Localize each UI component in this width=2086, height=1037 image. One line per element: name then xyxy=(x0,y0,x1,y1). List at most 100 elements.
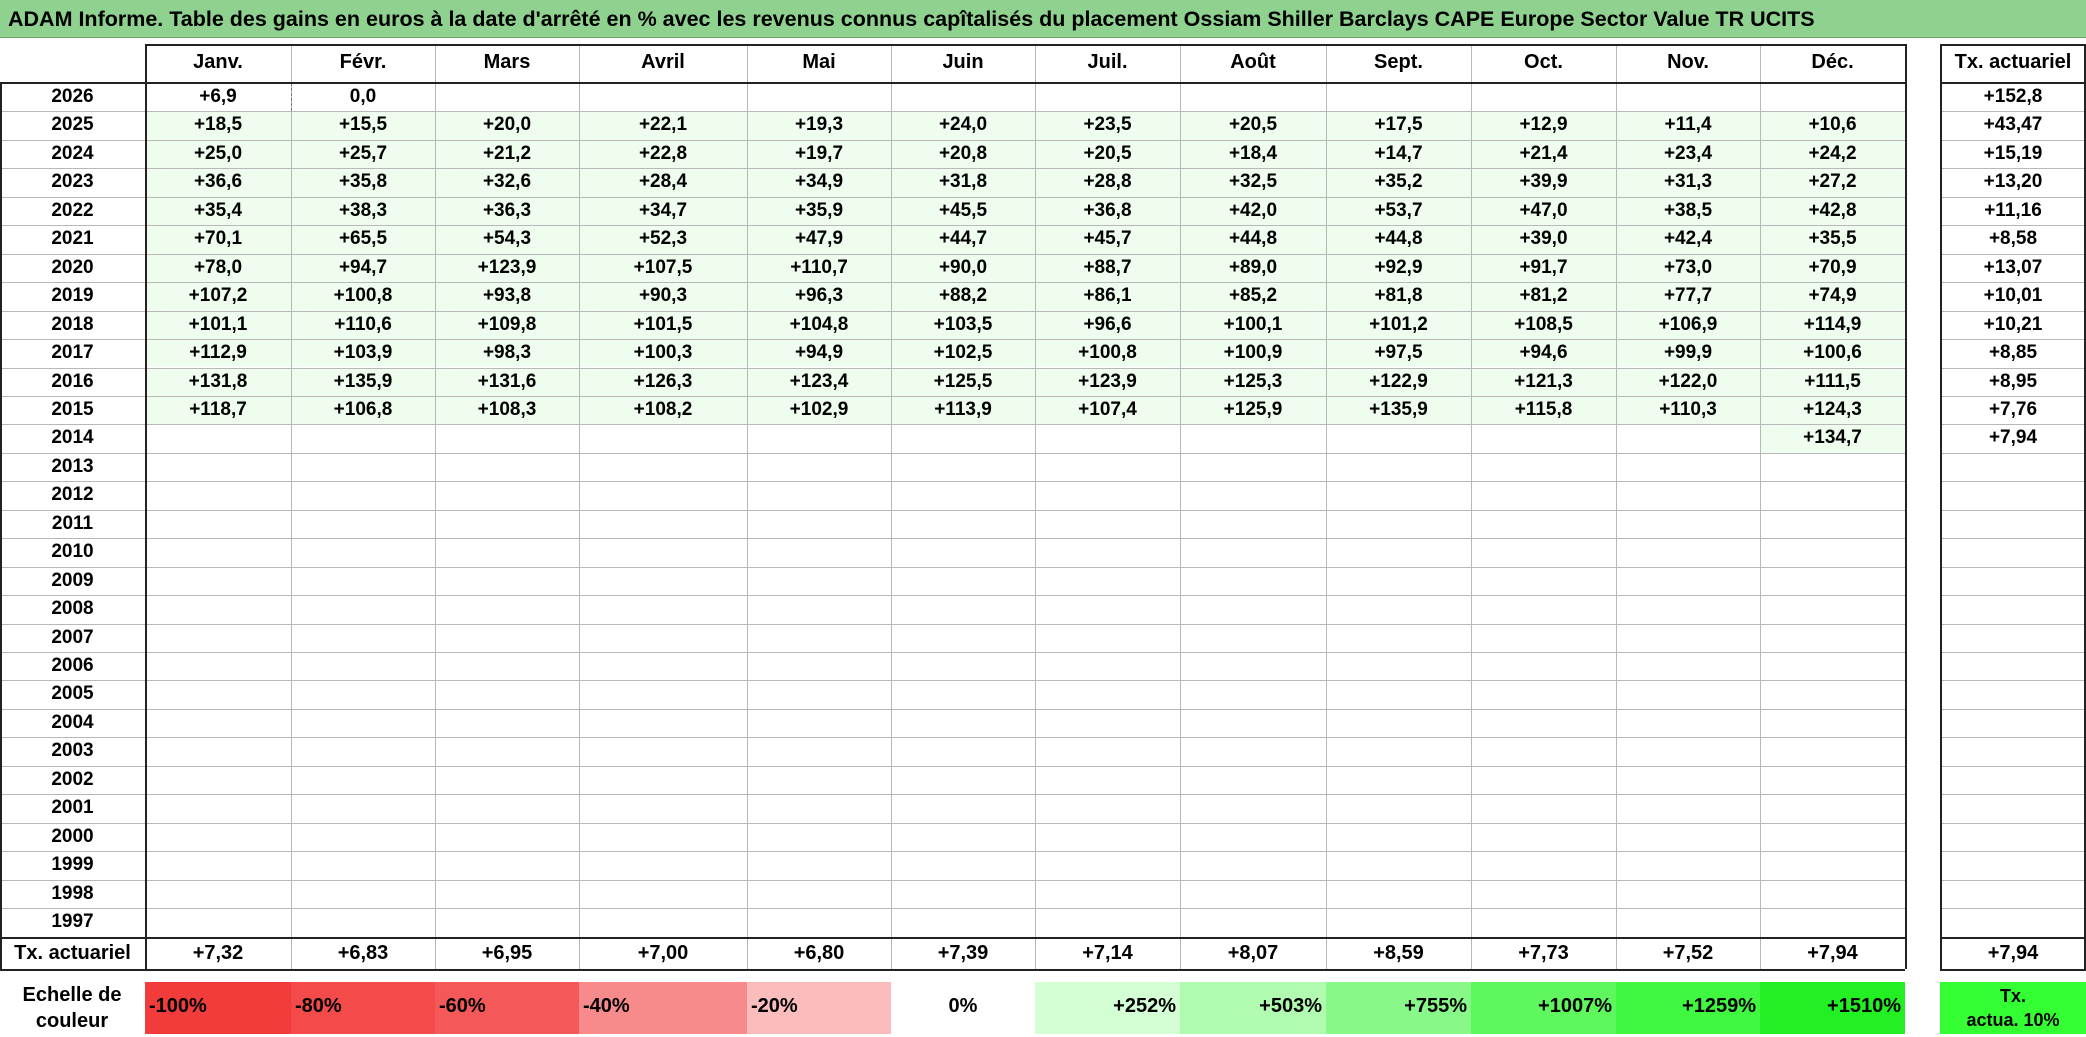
table-cell: +113,9 xyxy=(934,398,992,420)
row-divider xyxy=(1940,766,2086,767)
tx-cell: +8,95 xyxy=(1988,370,2038,392)
table-cell xyxy=(1326,624,1471,652)
table-cell xyxy=(1616,510,1760,538)
table-cell xyxy=(1760,510,1905,538)
table-cell xyxy=(1471,424,1616,452)
table-cell: +98,3 xyxy=(482,342,532,364)
table-cell xyxy=(1326,766,1471,794)
table-cell: +77,7 xyxy=(1663,285,1713,307)
table-cell xyxy=(291,510,435,538)
table-cell xyxy=(435,794,579,822)
table-cell: +70,1 xyxy=(193,228,243,250)
table-cell xyxy=(1326,453,1471,481)
table-cell: +124,3 xyxy=(1803,398,1862,420)
table-cell xyxy=(1760,453,1905,481)
table-cell: +27,2 xyxy=(1808,171,1857,193)
row-divider xyxy=(1940,424,2086,425)
table-cell xyxy=(1760,652,1905,680)
table-cell xyxy=(747,766,891,794)
row-divider xyxy=(1940,538,2086,539)
table-cell: +39,0 xyxy=(1519,228,1568,250)
table-cell xyxy=(145,709,291,737)
table-cell: +44,8 xyxy=(1228,228,1278,250)
footer-cell: +7,73 xyxy=(1518,942,1569,964)
table-cell: +135,9 xyxy=(1369,398,1428,420)
table-cell: +20,0 xyxy=(482,114,532,136)
column-divider xyxy=(579,44,580,937)
table-cell: +22,8 xyxy=(638,142,688,164)
tx-cell: +7,76 xyxy=(1988,398,2038,420)
column-header-1: Janv. xyxy=(193,51,243,73)
table-cell xyxy=(435,709,579,737)
table-cell xyxy=(1326,680,1471,708)
table-cell xyxy=(579,680,747,708)
table-cell xyxy=(291,709,435,737)
table-cell: +17,5 xyxy=(1374,114,1423,136)
table-cell: +99,9 xyxy=(1663,342,1713,364)
row-year-label: 2007 xyxy=(51,626,94,648)
table-cell: +125,9 xyxy=(1223,398,1283,420)
table-cell: +104,8 xyxy=(789,313,849,335)
row-divider xyxy=(1940,851,2086,852)
table-cell: +25,7 xyxy=(338,142,388,164)
table-cell xyxy=(435,567,579,595)
table-cell xyxy=(1760,595,1905,623)
table-cell: +103,9 xyxy=(333,342,393,364)
row-year-label: 2014 xyxy=(51,427,94,449)
table-cell xyxy=(579,595,747,623)
color-scale-swatch: -20% xyxy=(747,982,891,1034)
table-cell xyxy=(1471,652,1616,680)
table-cell xyxy=(1180,595,1326,623)
table-cell xyxy=(1471,453,1616,481)
row-divider xyxy=(1940,680,2086,681)
table-cell xyxy=(291,538,435,566)
row-year-label: 2008 xyxy=(51,598,94,620)
table-cell xyxy=(145,595,291,623)
frame-line xyxy=(145,937,147,969)
table-cell xyxy=(1760,737,1905,765)
table-cell xyxy=(435,737,579,765)
table-cell xyxy=(1035,567,1180,595)
row-divider xyxy=(0,453,1905,454)
table-cell xyxy=(891,908,1035,936)
frame-line xyxy=(0,969,1905,971)
row-divider xyxy=(1940,709,2086,710)
table-cell: +10,6 xyxy=(1808,114,1857,136)
frame-line xyxy=(0,937,1905,939)
table-cell xyxy=(891,766,1035,794)
tx-cell xyxy=(1940,880,2086,908)
table-cell xyxy=(1326,567,1471,595)
table-cell xyxy=(1471,595,1616,623)
row-divider xyxy=(1940,737,2086,738)
row-divider xyxy=(0,823,1905,824)
table-cell xyxy=(435,880,579,908)
table-cell xyxy=(1616,567,1760,595)
table-cell xyxy=(1616,737,1760,765)
table-cell: +102,9 xyxy=(789,398,849,420)
row-divider xyxy=(1940,510,2086,511)
table-cell xyxy=(435,481,579,509)
row-year-label: 2021 xyxy=(51,228,94,250)
footer-cell: +6,95 xyxy=(481,942,533,964)
frame-line xyxy=(1905,44,1907,969)
table-cell xyxy=(1471,851,1616,879)
table-cell xyxy=(145,737,291,765)
table-cell xyxy=(291,424,435,452)
table-cell xyxy=(1035,652,1180,680)
color-scale-swatch: +755% xyxy=(1326,982,1471,1034)
table-cell: +44,7 xyxy=(938,228,988,250)
table-cell xyxy=(1760,851,1905,879)
table-cell xyxy=(1760,624,1905,652)
table-cell: +32,5 xyxy=(1228,171,1278,193)
tx-cell xyxy=(1940,851,2086,879)
table-cell: +19,3 xyxy=(794,114,844,136)
table-cell xyxy=(747,680,891,708)
column-divider xyxy=(1035,44,1036,937)
row-year-label: 2006 xyxy=(51,655,94,676)
row-divider xyxy=(0,851,1905,852)
table-cell xyxy=(891,880,1035,908)
tx-cell xyxy=(1940,737,2086,765)
footer-cell: +8,07 xyxy=(1227,942,1279,964)
table-cell xyxy=(435,510,579,538)
table-cell: +100,8 xyxy=(333,285,393,307)
